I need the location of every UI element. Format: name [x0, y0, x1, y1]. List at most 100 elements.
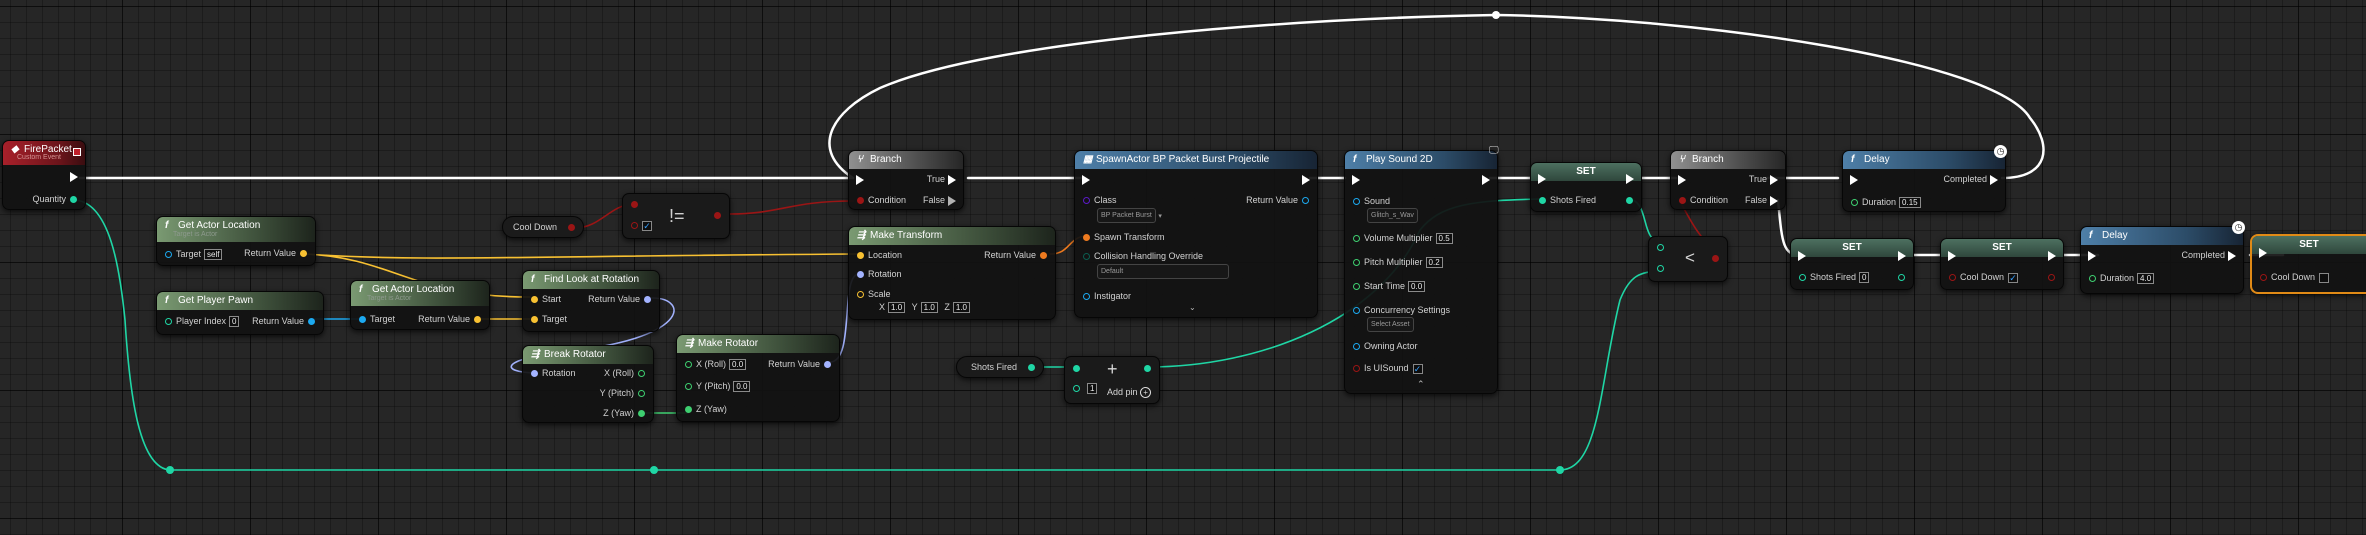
chevron-up-icon[interactable]: ⌃	[1417, 379, 1425, 390]
set-shots-fired-node[interactable]: SET Shots Fired 0	[1790, 238, 1914, 290]
make-rotator-node[interactable]: ⇶ Make Rotator X (Roll) 0.0 Y (Pitch) 0.0 Z…	[676, 334, 840, 422]
target-pin[interactable]: Target	[355, 314, 395, 325]
transform-pin-icon[interactable]	[1083, 234, 1090, 242]
exec-in-pin[interactable]	[1847, 174, 1861, 185]
get-actor-location-node[interactable]: f Get Actor Location Target is Actor Targ…	[156, 216, 316, 266]
concurrency-pin[interactable]: Concurrency Settings	[1349, 305, 1450, 316]
exec-pin-icon[interactable]	[1798, 250, 1806, 261]
target-pin[interactable]: Target self	[161, 249, 223, 261]
cool-down-out-pin[interactable]	[564, 222, 579, 233]
exec-pin-icon[interactable]	[2048, 250, 2056, 261]
object-pin-icon[interactable]	[359, 316, 366, 324]
a-pin[interactable]	[1069, 363, 1084, 374]
firepacket-event-node[interactable]: ◆ FirePacket Custom Event Quantity	[2, 140, 86, 210]
condition-pin[interactable]: Condition	[1675, 195, 1728, 206]
start-pin[interactable]: Start	[527, 294, 561, 305]
enum-pin-icon[interactable]	[1083, 253, 1090, 261]
delay-node[interactable]: f Delay ◷ Duration 0.15 Completed	[1842, 145, 2007, 212]
exec-pin-icon[interactable]	[1770, 174, 1778, 185]
exec-pin-icon[interactable]	[1482, 174, 1490, 185]
spawn-actor-node[interactable]: ▦ SpawnActor BP Packet Burst Projectile C…	[1074, 150, 1318, 318]
pitch-pin[interactable]: Pitch Multiplier 0.2	[1349, 257, 1443, 269]
bool-pin-icon[interactable]	[857, 197, 864, 205]
set-cool-down-node[interactable]: SET Cool Down ✓	[1940, 238, 2064, 290]
exec-in-pin[interactable]	[1795, 250, 1809, 261]
plus-circle-icon[interactable]: +	[1140, 387, 1152, 398]
object-pin-icon[interactable]	[1353, 343, 1360, 351]
exec-in-pin[interactable]	[1535, 173, 1549, 184]
exec-in-pin[interactable]	[2256, 247, 2270, 258]
sound-value[interactable]: Glitch_s_Wav	[1367, 208, 1418, 223]
y-pitch-pin[interactable]: Y (Pitch) 0.0	[681, 381, 751, 393]
true-pin[interactable]: True	[927, 174, 959, 185]
bool-pin-icon[interactable]	[568, 224, 575, 232]
owning-actor-pin[interactable]: Owning Actor	[1349, 341, 1418, 352]
integer-pin-icon[interactable]	[1144, 365, 1151, 373]
cool-down-out-pin[interactable]	[2044, 272, 2059, 283]
z-yaw-pin[interactable]: Z (Yaw)	[681, 404, 727, 415]
rotator-pin-icon[interactable]	[531, 370, 538, 378]
checkbox[interactable]: ✓	[1412, 363, 1423, 374]
return-value-pin[interactable]: Return Value	[252, 316, 319, 327]
branch-node[interactable]: ⑂ Branch Condition True False	[1670, 150, 1786, 210]
exec-in-pin[interactable]	[1945, 250, 1959, 261]
rotator-pin-icon[interactable]	[644, 296, 651, 304]
bool-pin-icon[interactable]	[1353, 365, 1360, 373]
bool-pin-icon[interactable]	[631, 222, 638, 230]
y-pitch-value[interactable]: 0.0	[733, 381, 751, 393]
rotation-pin[interactable]: Rotation	[527, 368, 576, 379]
location-pin[interactable]: Location	[853, 250, 902, 261]
b-pin[interactable]	[1653, 263, 1668, 274]
not-equal-node[interactable]: ✓ !=	[622, 193, 730, 239]
break-rotator-node[interactable]: ⇶ Break Rotator Rotation X (Roll) Y (Pitc…	[522, 345, 654, 423]
class-value[interactable]: BP Packet Burst ▾	[1097, 208, 1162, 223]
return-pin[interactable]	[1140, 363, 1155, 374]
chevron-down-icon[interactable]: ⌄	[1189, 303, 1196, 312]
true-pin[interactable]: True	[1749, 174, 1781, 185]
a-pin[interactable]	[1653, 242, 1668, 253]
player-index-pin[interactable]: Player Index 0	[161, 316, 240, 328]
return-pin[interactable]	[710, 210, 725, 221]
float-pin-icon[interactable]	[685, 383, 692, 391]
exec-pin-icon[interactable]	[1770, 195, 1778, 206]
exec-out-pin[interactable]	[1895, 250, 1909, 261]
quantity-pin[interactable]: Quantity	[32, 194, 81, 205]
x-roll-value[interactable]: 0.0	[729, 359, 747, 371]
exec-pin-icon[interactable]	[1678, 174, 1686, 185]
integer-pin-icon[interactable]	[1539, 197, 1546, 205]
player-index-value[interactable]: 0	[229, 316, 240, 328]
shots-fired-out-pin[interactable]	[1622, 195, 1637, 206]
vector-pin-icon[interactable]	[857, 291, 864, 299]
duration-pin[interactable]: Duration 0.15	[1847, 197, 1921, 209]
bool-pin-icon[interactable]	[714, 212, 721, 220]
completed-pin[interactable]: Completed	[1943, 174, 2001, 185]
exec-pin-icon[interactable]	[948, 174, 956, 185]
exec-pin-icon[interactable]	[2088, 250, 2096, 261]
exec-pin-icon[interactable]	[1948, 250, 1956, 261]
integer-pin-icon[interactable]	[1073, 385, 1080, 393]
scale-x-value[interactable]: 1.0	[888, 302, 906, 314]
float-pin-icon[interactable]	[685, 361, 692, 369]
b-value[interactable]: 1	[1087, 383, 1098, 395]
start-time-pin[interactable]: Start Time 0.0	[1349, 281, 1426, 293]
exec-pin-icon[interactable]	[1990, 174, 1998, 185]
transform-pin-icon[interactable]	[1040, 252, 1047, 260]
integer-pin-icon[interactable]	[1028, 364, 1035, 372]
volume-pin[interactable]: Volume Multiplier 0.5	[1349, 233, 1453, 245]
collision-value[interactable]: Default	[1097, 264, 1229, 279]
float-pin-icon[interactable]	[685, 406, 692, 414]
exec-pin-icon[interactable]	[948, 195, 956, 206]
float-pin-icon[interactable]	[1353, 259, 1360, 267]
bool-pin-icon[interactable]	[1949, 274, 1956, 282]
exec-in-pin[interactable]	[853, 174, 867, 185]
integer-pin-icon[interactable]	[1799, 274, 1806, 282]
b-pin[interactable]: 1	[1069, 383, 1098, 395]
class-dropdown[interactable]: BP Packet Burst	[1097, 208, 1156, 223]
exec-pin-icon[interactable]	[1302, 174, 1310, 185]
x-roll-pin[interactable]: X (Roll) 0.0	[681, 359, 747, 371]
vector-pin-icon[interactable]	[531, 316, 538, 324]
vector-pin-icon[interactable]	[531, 296, 538, 304]
exec-in-pin[interactable]	[1349, 174, 1363, 185]
exec-out-pin[interactable]	[67, 171, 81, 182]
set-shots-fired-node[interactable]: SET Shots Fired	[1530, 162, 1642, 212]
